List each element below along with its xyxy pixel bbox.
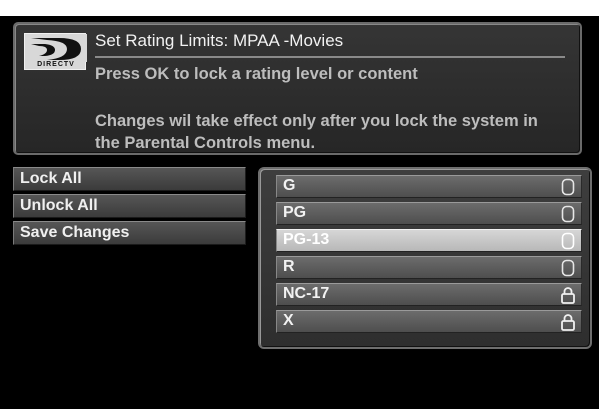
- rating-list: G PG PG-13 R NC-17 X: [276, 175, 582, 337]
- unlocked-icon: [561, 178, 575, 196]
- lock-icon: [561, 286, 575, 304]
- rating-label: PG: [283, 204, 307, 221]
- top-strip: [0, 0, 599, 16]
- rating-row-nc-17[interactable]: NC-17: [276, 283, 582, 306]
- ratings-panel: G PG PG-13 R NC-17 X: [258, 167, 592, 349]
- page-title: Set Rating Limits: MPAA -Movies: [95, 31, 344, 50]
- directv-logo: DIRECTV: [24, 33, 87, 70]
- logo-text: DIRECTV: [37, 61, 75, 68]
- rating-label: R: [283, 258, 295, 275]
- header-panel: DIRECTV Set Rating Limits: MPAA -Movies …: [13, 22, 582, 155]
- unlock-all-button[interactable]: Unlock All: [13, 194, 246, 218]
- unlocked-icon: [561, 232, 575, 250]
- rating-row-r[interactable]: R: [276, 256, 582, 279]
- rating-label: G: [283, 177, 296, 194]
- rating-label: X: [283, 312, 294, 329]
- header-divider: [95, 56, 565, 58]
- rating-row-pg[interactable]: PG: [276, 202, 582, 225]
- unlocked-icon: [561, 259, 575, 277]
- lock-all-button[interactable]: Lock All: [13, 167, 246, 191]
- tv-screen: DIRECTV Set Rating Limits: MPAA -Movies …: [0, 0, 599, 409]
- rating-row-pg-13[interactable]: PG-13: [276, 229, 582, 252]
- instruction-text: Press OK to lock a rating level or conte…: [95, 65, 418, 83]
- rating-row-x[interactable]: X: [276, 310, 582, 333]
- rating-label: PG-13: [283, 231, 330, 248]
- rating-row-g[interactable]: G: [276, 175, 582, 198]
- rating-label: NC-17: [283, 285, 330, 302]
- unlocked-icon: [561, 205, 575, 223]
- lock-icon: [561, 313, 575, 331]
- note-text: Changes wil take effect only after you l…: [95, 112, 538, 152]
- save-changes-button[interactable]: Save Changes: [13, 221, 246, 245]
- action-menu: Lock All Unlock All Save Changes: [13, 167, 246, 248]
